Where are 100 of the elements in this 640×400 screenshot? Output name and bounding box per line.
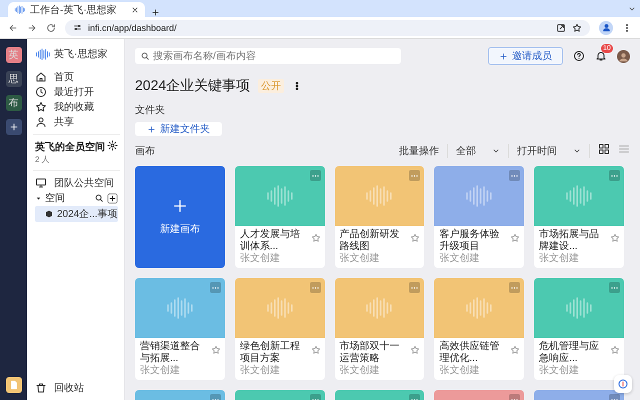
waveform-icon: [35, 48, 51, 60]
star-icon[interactable]: [572, 22, 582, 32]
address-bar[interactable]: infi.cn/app/dashboard/: [65, 20, 590, 36]
canvas-card[interactable]: 绿色创新工程项目方案 张文创建: [234, 278, 325, 380]
home-icon: [35, 70, 47, 82]
card-title: 营销渠道整合与拓展...: [140, 341, 201, 364]
profile-button[interactable]: [599, 20, 613, 34]
grid-icon: [598, 143, 610, 155]
more-button[interactable]: [609, 282, 620, 293]
nav-item[interactable]: 首页: [35, 69, 118, 84]
workspace-button[interactable]: 布: [6, 95, 22, 111]
card-title: 绿色创新工程项目方案: [240, 341, 301, 364]
card-title: 市场拓展与品牌建设...: [539, 229, 600, 252]
nav-item[interactable]: 团队公共空间: [35, 175, 118, 190]
waveform-icon: [264, 296, 295, 320]
new-folder-button[interactable]: 新建文件夹: [135, 122, 222, 136]
star-icon[interactable]: [510, 345, 520, 355]
plus-icon: [499, 52, 508, 60]
star-icon[interactable]: [410, 233, 420, 243]
clock-icon: [35, 86, 47, 98]
star-icon[interactable]: [310, 233, 321, 243]
list-icon: [618, 143, 630, 155]
visibility-tag: 公开: [258, 79, 284, 93]
star-icon[interactable]: [210, 345, 221, 355]
star-icon: [35, 100, 47, 112]
search-field[interactable]: 搜索画布名称/画布内容: [135, 48, 401, 64]
bell-icon[interactable]: [595, 50, 607, 62]
new-tab-icon[interactable]: [151, 8, 160, 17]
back-icon[interactable]: [8, 22, 18, 32]
card-title: 人才发展与培训体系...: [240, 229, 301, 252]
external-link-icon[interactable]: [556, 22, 566, 32]
document-icon: [8, 380, 18, 390]
card-creator: 张文创建: [240, 365, 281, 377]
more-button[interactable]: [310, 282, 321, 293]
batch-button[interactable]: 批量操作: [391, 144, 448, 158]
settings-icon[interactable]: [107, 140, 118, 151]
add-icon[interactable]: [107, 192, 118, 204]
person-icon: [35, 116, 47, 128]
assistant-icon: [617, 378, 629, 390]
more-button[interactable]: [509, 170, 520, 181]
card-title: 高效供应链管理优化...: [439, 341, 500, 364]
invite-button[interactable]: 邀请成员: [488, 47, 563, 65]
card-title: 产品创新研发路线图: [340, 229, 401, 252]
trash-icon: [35, 382, 47, 394]
canvas-card[interactable]: 人才发展与培训体系... 张文创建: [234, 166, 325, 268]
assistant-button[interactable]: [614, 375, 632, 393]
nav-item[interactable]: 共享: [35, 114, 118, 129]
app-logo-text: 英飞·思想家: [54, 48, 108, 61]
more-button[interactable]: [210, 282, 221, 293]
avatar[interactable]: [617, 50, 630, 62]
more-button[interactable]: [409, 170, 420, 181]
card-creator: 张文创建: [539, 365, 580, 377]
add-workspace-button[interactable]: [6, 119, 22, 135]
canvas-card[interactable]: 危机管理与应急响应... 张文创建: [534, 278, 624, 380]
more-button[interactable]: [609, 170, 620, 181]
caret-icon[interactable]: [35, 194, 42, 202]
search-icon[interactable]: [94, 193, 104, 203]
filter-dropdown[interactable]: 全部: [448, 144, 509, 158]
star-icon[interactable]: [610, 233, 620, 243]
canvas-card[interactable]: 市场部双十一运营策略 张文创建: [334, 278, 424, 380]
tree-item[interactable]: 2024企...事项: [35, 206, 118, 222]
more-button[interactable]: [310, 170, 321, 181]
nav-item[interactable]: 我的收藏: [35, 99, 118, 114]
card-title: 客户服务体验升级项目: [439, 229, 500, 252]
nav-item[interactable]: 最近打开: [35, 84, 118, 99]
sort-dropdown[interactable]: 打开时间: [509, 144, 590, 158]
board-title: 2024企业关键事项: [135, 77, 250, 95]
member-count: 2 人: [35, 154, 51, 165]
star-icon[interactable]: [310, 345, 321, 355]
close-icon: [131, 6, 139, 14]
browser-tab[interactable]: 工作台-英飞·思想家: [8, 2, 145, 17]
workspace-button[interactable]: 思: [6, 71, 22, 87]
waveform-icon: [464, 184, 494, 208]
reload-icon[interactable]: [46, 22, 56, 32]
help-icon[interactable]: [573, 50, 585, 62]
waveform-icon: [564, 184, 594, 208]
more-button[interactable]: [509, 282, 520, 293]
card-creator: 张文创建: [240, 253, 281, 265]
card-creator: 张文创建: [340, 365, 381, 377]
canvas-card[interactable]: 客户服务体验升级项目 张文创建: [434, 166, 524, 268]
star-icon[interactable]: [610, 345, 620, 355]
new-canvas-button[interactable]: 新建画布: [135, 166, 225, 268]
plus-icon: [172, 198, 188, 214]
canvas-card[interactable]: 营销渠道整合与拓展... 张文创建: [135, 278, 225, 380]
waveform-icon: [464, 296, 494, 320]
trash-item[interactable]: 回收站: [35, 381, 118, 395]
forward-icon[interactable]: [27, 22, 37, 32]
waveform-icon: [264, 184, 295, 208]
cube-icon: [45, 210, 53, 218]
document-button[interactable]: [6, 377, 22, 393]
section-heading: 画布: [135, 145, 156, 158]
canvas-card[interactable]: 高效供应链管理优化... 张文创建: [434, 278, 524, 380]
star-icon[interactable]: [510, 233, 520, 243]
star-icon[interactable]: [410, 345, 420, 355]
canvas-card[interactable]: 产品创新研发路线图 张文创建: [334, 166, 424, 268]
canvas-card[interactable]: 市场拓展与品牌建设... 张文创建: [534, 166, 624, 268]
chevron-down-icon: [492, 147, 500, 155]
card-title: 危机管理与应急响应...: [539, 341, 600, 364]
more-button[interactable]: [409, 282, 420, 293]
card-creator: 张文创建: [140, 365, 181, 377]
